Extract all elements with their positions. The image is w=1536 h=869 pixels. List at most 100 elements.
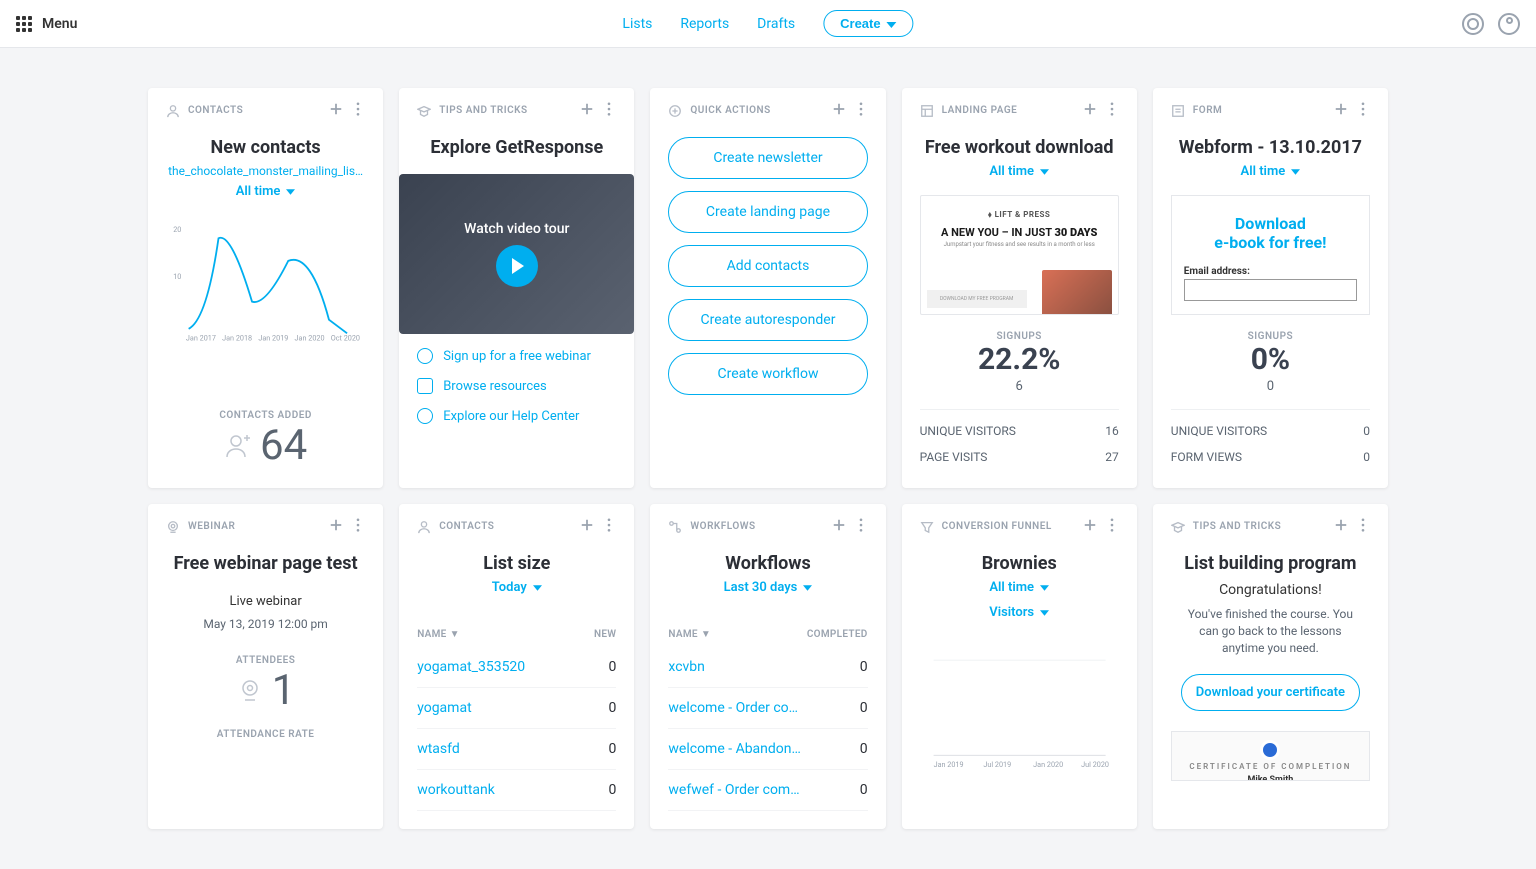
- row-value: 0: [860, 741, 868, 757]
- svg-text:Jan 2019: Jan 2019: [258, 334, 288, 343]
- row-name-link[interactable]: wefwef - Order com…: [668, 782, 799, 798]
- contacts-filter[interactable]: All time: [166, 184, 365, 199]
- nav-reports[interactable]: Reports: [680, 16, 729, 32]
- row-name-link[interactable]: yogamat_353520: [417, 659, 525, 675]
- account-icon[interactable]: [1498, 13, 1520, 35]
- row-name-link[interactable]: wtasfd: [417, 741, 460, 757]
- create-landing-page-button[interactable]: Create landing page: [668, 191, 867, 233]
- link-free-webinar[interactable]: Sign up for a free webinar: [417, 348, 616, 364]
- svg-text:Jan 2017: Jan 2017: [186, 334, 216, 343]
- svg-text:Jan 2020: Jan 2020: [295, 334, 325, 343]
- svg-text:Jan 2020: Jan 2020: [1033, 760, 1063, 769]
- card-header-label: FORM: [1193, 105, 1223, 116]
- add-icon[interactable]: [1334, 102, 1348, 119]
- svg-text:Oct 2020: Oct 2020: [331, 334, 360, 343]
- row-name-link[interactable]: workouttank: [417, 782, 495, 798]
- nav-lists[interactable]: Lists: [622, 16, 652, 32]
- row-name-link[interactable]: yogamat: [417, 700, 471, 716]
- card-conversion-funnel: CONVERSION FUNNEL Brownies All time Visi…: [902, 504, 1137, 829]
- more-icon[interactable]: [1356, 518, 1370, 535]
- row-name-link[interactable]: welcome - Abandon…: [668, 741, 801, 757]
- folder-icon: [417, 378, 433, 394]
- funnel-filter-time[interactable]: All time: [920, 580, 1119, 595]
- notifications-icon[interactable]: [1462, 13, 1484, 35]
- card-header-label: TIPS AND TRICKS: [439, 105, 527, 116]
- card-header-label: CONVERSION FUNNEL: [942, 521, 1052, 532]
- card-header-label: WORKFLOWS: [690, 521, 755, 532]
- add-icon[interactable]: [1083, 102, 1097, 119]
- table-row: wtasfd0: [417, 729, 616, 770]
- add-icon[interactable]: [329, 102, 343, 119]
- webinar-type: Live webinar: [166, 594, 365, 609]
- more-icon[interactable]: [602, 102, 616, 119]
- funnel-chart: Jan 2019 Jul 2019 Jan 2020 Jul 2020: [920, 640, 1119, 780]
- more-icon[interactable]: [1105, 518, 1119, 535]
- more-icon[interactable]: [854, 518, 868, 535]
- add-icon[interactable]: [329, 518, 343, 535]
- card-header-label: CONTACTS: [188, 105, 243, 116]
- more-icon[interactable]: [351, 102, 365, 119]
- form-icon: [1171, 104, 1185, 118]
- table-row: xcvbn0: [668, 647, 867, 688]
- funnel-icon: [920, 520, 934, 534]
- contacts-added-value: 64: [166, 421, 365, 470]
- add-icon[interactable]: [1083, 518, 1097, 535]
- form-preview[interactable]: Downloade-book for free! Email address:: [1171, 195, 1370, 315]
- more-icon[interactable]: [602, 518, 616, 535]
- table-row: yogamat_3535200: [417, 647, 616, 688]
- header-bar: Menu Lists Reports Drafts Create: [0, 0, 1536, 48]
- table-row: wefwef - Order com…0: [668, 770, 867, 811]
- landing-filter[interactable]: All time: [920, 164, 1119, 179]
- add-icon[interactable]: [580, 102, 594, 119]
- card-title: New contacts: [166, 137, 365, 158]
- col-name-sort[interactable]: NAME ▼: [417, 629, 460, 640]
- create-autoresponder-button[interactable]: Create autoresponder: [668, 299, 867, 341]
- add-icon[interactable]: [580, 518, 594, 535]
- add-contacts-button[interactable]: Add contacts: [668, 245, 867, 287]
- more-icon[interactable]: [854, 102, 868, 119]
- funnel-filter-metric[interactable]: Visitors: [920, 605, 1119, 620]
- row-value: 0: [609, 782, 617, 798]
- add-icon[interactable]: [832, 518, 846, 535]
- certificate-badge-icon: [1260, 740, 1280, 760]
- contacts-list-link[interactable]: the_chocolate_monster_mailing_lis…: [166, 164, 365, 178]
- add-icon[interactable]: [832, 102, 846, 119]
- more-icon[interactable]: [1356, 102, 1370, 119]
- card-header-label: QUICK ACTIONS: [690, 105, 770, 116]
- col-name-sort[interactable]: NAME ▼: [668, 629, 711, 640]
- apps-grid-icon: [16, 16, 32, 32]
- chevron-down-icon: [1040, 164, 1049, 179]
- video-preview[interactable]: Watch video tour: [399, 174, 634, 334]
- more-icon[interactable]: [351, 518, 365, 535]
- table-row: welcome - Order co…0: [668, 688, 867, 729]
- link-help-center[interactable]: Explore our Help Center: [417, 408, 616, 424]
- listsize-filter[interactable]: Today: [417, 580, 616, 595]
- header-nav: Lists Reports Drafts Create: [622, 10, 913, 37]
- more-icon[interactable]: [1105, 102, 1119, 119]
- link-browse-resources[interactable]: Browse resources: [417, 378, 616, 394]
- row-name-link[interactable]: xcvbn: [668, 659, 705, 675]
- row-name-link[interactable]: welcome - Order co…: [668, 700, 798, 716]
- chevron-down-icon: [533, 580, 542, 595]
- create-workflow-button[interactable]: Create workflow: [668, 353, 867, 395]
- card-header-label: CONTACTS: [439, 521, 494, 532]
- create-button[interactable]: Create: [823, 10, 913, 37]
- card-contacts: CONTACTS New contacts the_chocolate_mons…: [148, 88, 383, 488]
- contacts-chart: 20 10 Jan 2017 Jan 2018 Jan 2019 Jan 202…: [166, 209, 365, 349]
- card-title: Free webinar page test: [166, 553, 365, 574]
- card-header-label: WEBINAR: [188, 521, 235, 532]
- create-newsletter-button[interactable]: Create newsletter: [668, 137, 867, 179]
- nav-drafts[interactable]: Drafts: [757, 16, 795, 32]
- workflows-filter[interactable]: Last 30 days: [668, 580, 867, 595]
- layout-icon: [920, 104, 934, 118]
- landing-preview[interactable]: ⬧ LIFT & PRESS A NEW YOU – IN JUST 30 DA…: [920, 195, 1119, 315]
- add-icon[interactable]: [1334, 518, 1348, 535]
- webcam-icon: [166, 520, 180, 534]
- menu-button[interactable]: Menu: [16, 16, 77, 32]
- download-certificate-button[interactable]: Download your certificate: [1181, 674, 1360, 711]
- form-signups-num: 0: [1171, 379, 1370, 394]
- row-value: 0: [609, 700, 617, 716]
- table-row: welcome - Abandon… 0: [668, 729, 867, 770]
- form-filter[interactable]: All time: [1171, 164, 1370, 179]
- svg-text:Jul 2019: Jul 2019: [983, 760, 1011, 769]
